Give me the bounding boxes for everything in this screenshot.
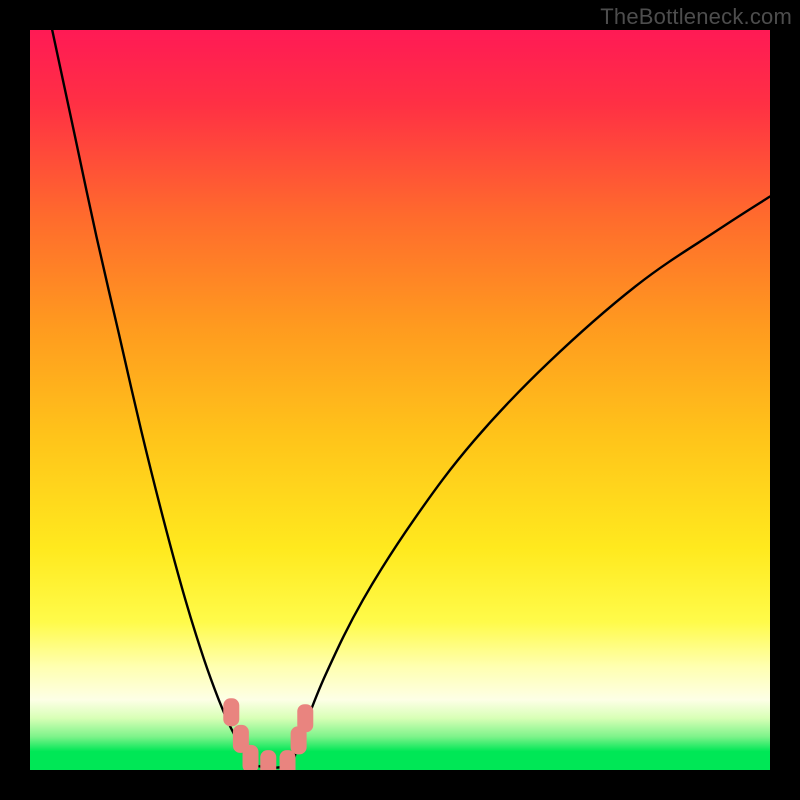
valley-marker	[297, 704, 313, 732]
valley-marker	[223, 698, 239, 726]
plot-area	[30, 30, 770, 770]
curve-right-branch	[293, 197, 770, 763]
watermark-text: TheBottleneck.com	[600, 4, 792, 30]
valley-marker	[280, 750, 296, 770]
curve-layer	[30, 30, 770, 770]
valley-markers	[223, 698, 313, 770]
curve-left-branch	[52, 30, 248, 763]
valley-marker	[260, 750, 276, 770]
chart-frame: TheBottleneck.com	[0, 0, 800, 800]
valley-marker	[243, 745, 259, 770]
